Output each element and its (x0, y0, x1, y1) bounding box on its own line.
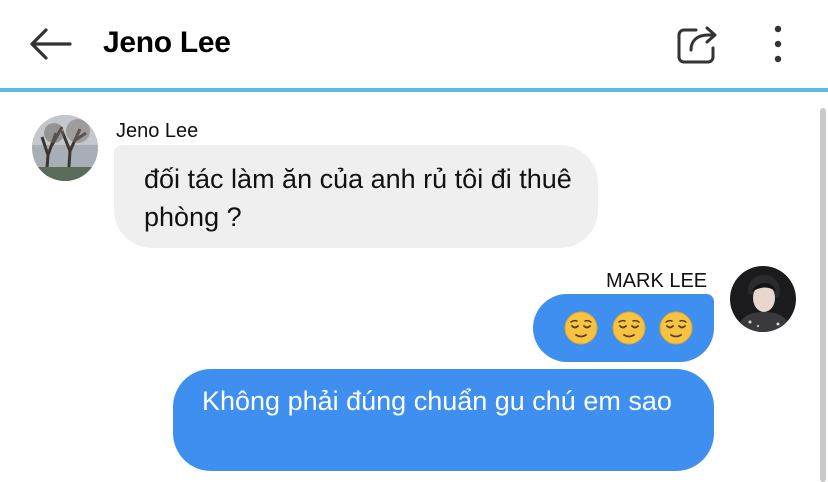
share-button[interactable] (674, 22, 720, 66)
scrollbar[interactable] (820, 108, 826, 482)
back-button[interactable] (24, 22, 76, 66)
share-icon (677, 26, 717, 64)
chat-header: Jeno Lee (0, 0, 828, 88)
message-bubble-outgoing[interactable]: Không phải đúng chuẩn gu chú em sao (173, 369, 714, 471)
chat-title: Jeno Lee (103, 26, 231, 59)
more-options-button[interactable] (764, 22, 792, 66)
relieved-face-icon (659, 311, 693, 345)
header-divider (0, 88, 828, 92)
relieved-face-icon (612, 311, 646, 345)
avatar[interactable] (32, 115, 98, 181)
sender-name: Jeno Lee (116, 120, 199, 142)
relieved-face-icon (564, 311, 598, 345)
message-bubble-outgoing[interactable] (533, 294, 714, 362)
sender-name: MARK LEE (606, 270, 708, 292)
arrow-left-icon (30, 28, 72, 60)
more-vertical-icon (774, 25, 782, 63)
avatar[interactable] (730, 266, 796, 332)
message-bubble-incoming[interactable]: đối tác làm ăn của anh rủ tôi đi thuê ph… (114, 145, 598, 248)
